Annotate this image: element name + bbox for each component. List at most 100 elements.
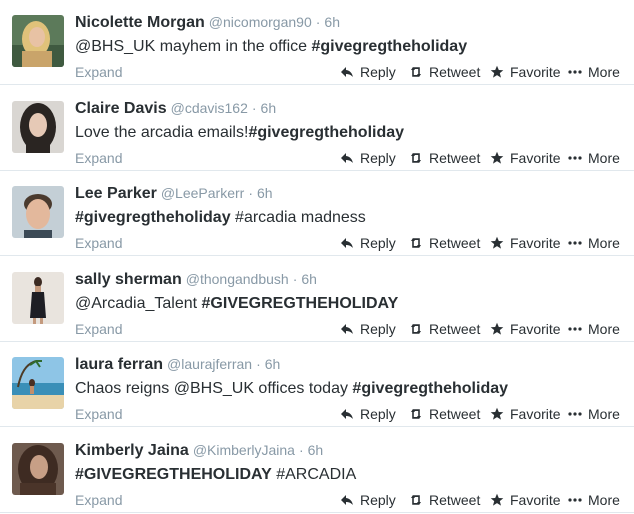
tweet-item[interactable]: Kimberly Jaina @KimberlyJaina · 6h #GIVEGRE… <box>0 428 634 513</box>
favorite-button[interactable]: Favorite <box>490 406 561 422</box>
more-button[interactable]: More <box>568 492 620 508</box>
tweet-text-before: Chaos reigns @BHS_UK offices today <box>75 380 353 397</box>
more-button[interactable]: More <box>568 150 620 166</box>
tweet-header: Nicolette Morgan @nicomorgan90 · 6h <box>75 14 340 32</box>
reply-button[interactable]: Reply <box>340 64 396 80</box>
reply-button[interactable]: Reply <box>340 492 396 508</box>
star-icon <box>490 322 504 335</box>
reply-button[interactable]: Reply <box>340 235 396 251</box>
tweet-item[interactable]: Claire Davis @cdavis162 · 6h Love the arcad… <box>0 86 634 171</box>
reply-icon <box>341 153 353 163</box>
favorite-label: Favorite <box>510 64 561 80</box>
reply-icon <box>341 495 353 505</box>
more-button[interactable]: More <box>568 406 620 422</box>
expand-link[interactable]: Expand <box>75 406 122 422</box>
avatar[interactable] <box>12 186 64 238</box>
favorite-button[interactable]: Favorite <box>490 235 561 251</box>
avatar[interactable] <box>12 15 64 67</box>
more-button[interactable]: More <box>568 235 620 251</box>
hashtag-link[interactable]: #givegregtheholiday <box>248 124 404 141</box>
reply-icon <box>341 238 353 248</box>
hashtag-link[interactable]: #givegregtheholiday <box>312 38 468 55</box>
hashtag-link[interactable]: #GIVEGREGTHEHOLIDAY <box>202 295 399 312</box>
tweet-username[interactable]: @LeeParkerr <box>161 185 244 201</box>
more-label: More <box>588 492 620 508</box>
retweet-button[interactable]: Retweet <box>409 235 480 251</box>
tweet-timestamp[interactable]: 6h <box>265 356 281 372</box>
reply-button[interactable]: Reply <box>340 321 396 337</box>
tweet-fullname[interactable]: laura ferran <box>75 356 163 373</box>
tweet-text: #givegregtheholiday #arcadia madness <box>75 209 366 227</box>
favorite-button[interactable]: Favorite <box>490 492 561 508</box>
tweet-username[interactable]: @thongandbush <box>186 271 289 287</box>
star-icon <box>490 65 504 78</box>
avatar[interactable] <box>12 357 64 409</box>
hashtag-link[interactable]: #givegregtheholiday <box>75 209 231 226</box>
retweet-button[interactable]: Retweet <box>409 150 480 166</box>
reply-button[interactable]: Reply <box>340 406 396 422</box>
tweet-item[interactable]: laura ferran @laurajferran · 6h Chaos reign… <box>0 342 634 427</box>
tweet-timestamp[interactable]: 6h <box>257 185 273 201</box>
tweet-fullname[interactable]: Lee Parker <box>75 185 157 202</box>
separator-dot: · <box>248 185 253 201</box>
star-icon <box>490 236 504 249</box>
more-button[interactable]: More <box>568 321 620 337</box>
avatar[interactable] <box>12 101 64 153</box>
retweet-icon <box>411 153 421 163</box>
retweet-icon <box>411 495 421 505</box>
tweet-item[interactable]: Nicolette Morgan @nicomorgan90 · 6h @BHS_UK… <box>0 0 634 85</box>
expand-link[interactable]: Expand <box>75 150 122 166</box>
favorite-button[interactable]: Favorite <box>490 64 561 80</box>
retweet-button[interactable]: Retweet <box>409 321 480 337</box>
retweet-icon <box>411 238 421 248</box>
retweet-button[interactable]: Retweet <box>409 406 480 422</box>
reply-label: Reply <box>360 64 396 80</box>
retweet-icon <box>411 67 421 77</box>
tweet-fullname[interactable]: Claire Davis <box>75 100 167 117</box>
retweet-icon <box>411 324 421 334</box>
expand-link[interactable]: Expand <box>75 235 122 251</box>
tweet-username[interactable]: @laurajferran <box>167 356 252 372</box>
hashtag-link[interactable]: #GIVEGREGTHEHOLIDAY <box>75 466 272 483</box>
tweet-header: sally sherman @thongandbush · 6h <box>75 271 317 289</box>
tweet-timestamp[interactable]: 6h <box>301 271 317 287</box>
reply-icon <box>341 67 353 77</box>
tweet-text-after: #ARCADIA <box>271 466 357 483</box>
tweet-item[interactable]: Lee Parker @LeeParkerr · 6h #givegregthehol… <box>0 171 634 256</box>
tweet-username[interactable]: @cdavis162 <box>171 100 248 116</box>
tweet-fullname[interactable]: sally sherman <box>75 271 182 288</box>
tweet-timestamp[interactable]: 6h <box>261 100 277 116</box>
reply-label: Reply <box>360 150 396 166</box>
tweet-timestamp[interactable]: 6h <box>324 14 340 30</box>
favorite-button[interactable]: Favorite <box>490 150 561 166</box>
tweet-item[interactable]: sally sherman @thongandbush · 6h @Arcadia_T… <box>0 257 634 342</box>
tweet-username[interactable]: @nicomorgan90 <box>209 14 312 30</box>
star-icon <box>490 493 504 506</box>
favorite-button[interactable]: Favorite <box>490 321 561 337</box>
favorite-label: Favorite <box>510 492 561 508</box>
tweet-username[interactable]: @KimberlyJaina <box>193 442 295 458</box>
separator-dot: · <box>251 100 257 116</box>
expand-link[interactable]: Expand <box>75 492 122 508</box>
reply-label: Reply <box>360 406 396 422</box>
retweet-label: Retweet <box>429 150 481 166</box>
tweet-text: Love the arcadia emails!#givegregtheholi… <box>75 124 404 142</box>
tweet-fullname[interactable]: Kimberly Jaina <box>75 442 189 459</box>
tweet-fullname[interactable]: Nicolette Morgan <box>75 14 205 31</box>
expand-link[interactable]: Expand <box>75 64 122 80</box>
more-dots-icon <box>568 241 582 245</box>
more-label: More <box>588 64 620 80</box>
reply-button[interactable]: Reply <box>340 150 396 166</box>
hashtag-link[interactable]: #givegregtheholiday <box>352 380 508 397</box>
more-button[interactable]: More <box>568 64 620 80</box>
retweet-button[interactable]: Retweet <box>409 64 480 80</box>
more-label: More <box>588 235 620 251</box>
favorite-label: Favorite <box>510 150 561 166</box>
favorite-label: Favorite <box>510 235 561 251</box>
tweet-timestamp[interactable]: 6h <box>308 442 324 458</box>
retweet-button[interactable]: Retweet <box>409 492 480 508</box>
expand-link[interactable]: Expand <box>75 321 122 337</box>
avatar[interactable] <box>12 272 64 324</box>
avatar[interactable] <box>12 443 64 495</box>
tweet-text-before: Love the arcadia emails! <box>75 124 249 141</box>
